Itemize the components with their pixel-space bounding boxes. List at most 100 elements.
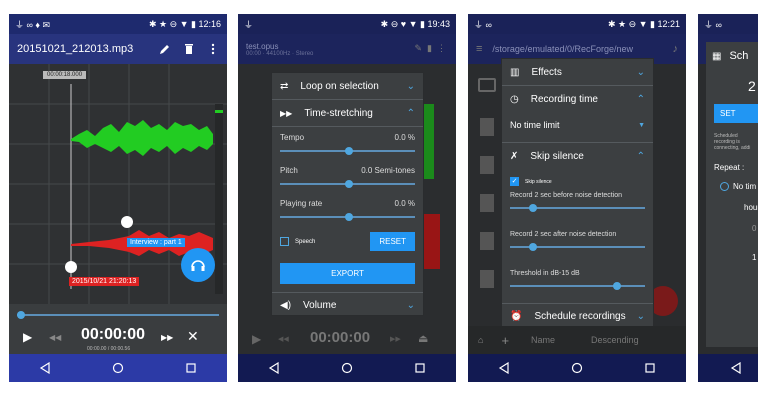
status-icons-right: ✱ ★ ⊖ ▼ ▮ [607, 18, 658, 29]
rec-time-row[interactable]: ◷ Recording time ⌃ [502, 86, 653, 112]
skip-silence-checkbox[interactable]: ✓ [510, 177, 519, 186]
interview-label[interactable]: Interview : part 1 [127, 238, 185, 247]
phone-screen-3: ⏚ ∞ ✱ ★ ⊖ ▼ ▮ 12:21 ≡ /storage/emulated/… [468, 14, 686, 382]
home-folder-icon[interactable]: ⌂ [478, 335, 483, 345]
sort-bar: ⌂ + Name Descending [468, 326, 686, 354]
rewind-icon[interactable]: ◀◀ [49, 333, 61, 342]
trash-icon[interactable] [183, 43, 195, 55]
loop-icon: ⇄ [280, 80, 289, 92]
recents-icon[interactable] [414, 362, 426, 374]
rate-slider[interactable] [280, 213, 415, 221]
tempo-label: Tempo [280, 133, 305, 142]
volume-row[interactable]: ◀) Volume ⌄ [272, 293, 423, 317]
time-limit-select[interactable]: No time limit ▼ [502, 112, 653, 138]
file-icon[interactable] [480, 118, 494, 136]
pencil-icon[interactable] [159, 43, 171, 55]
schedule-title: Sch [729, 50, 749, 62]
close-icon[interactable]: ✕ [187, 328, 199, 345]
file-icon[interactable] [480, 270, 494, 288]
more-vert-icon[interactable] [207, 43, 219, 55]
stretch-label: Time-stretching [304, 107, 373, 119]
mic-icon[interactable]: ♪ [673, 43, 679, 55]
file-title: test.opus [246, 41, 279, 51]
skip-silence-row[interactable]: ✗ Skip silence ⌃ [502, 143, 653, 169]
sort-name-select[interactable]: Name [531, 335, 555, 345]
set-button[interactable]: SET [714, 104, 758, 123]
pitch-value: 0.0 Semi-tones [361, 166, 415, 175]
schedule-value: 2 [748, 78, 756, 94]
schedule-row[interactable]: ⏰ Schedule recordings ⌄ [502, 304, 653, 328]
status-time: 12:16 [198, 19, 221, 29]
play-icon[interactable]: ▶ [23, 330, 32, 344]
loop-row[interactable]: ⇄ Loop on selection ⌄ [272, 73, 423, 99]
speech-checkbox[interactable] [280, 237, 289, 246]
marker-top-label: 00:00:18.000 [43, 71, 87, 79]
sort-order-select[interactable]: Descending [591, 335, 639, 345]
status-icons-left: ⏚ ∞ ♦ ✉ [15, 19, 51, 30]
pitch-label: Pitch [280, 166, 298, 175]
file-icon[interactable] [480, 232, 494, 250]
home-icon[interactable] [341, 362, 353, 374]
nav-bar [698, 354, 758, 382]
back-icon[interactable] [39, 362, 51, 374]
recents-icon[interactable] [185, 362, 197, 374]
seek-slider[interactable] [17, 311, 219, 319]
back-icon[interactable] [498, 362, 510, 374]
folder-path: /storage/emulated/0/RecForge/new [492, 44, 633, 54]
player-bar: ▶ ◀◀ 00:00:00 00:00.00 / 00:00.56 ▶▶ ✕ [9, 304, 227, 354]
phone-screen-4: ⏚ ∞ ▦ Sch 2 SET Scheduled recording is co… [698, 14, 758, 382]
file-info: 00:00 · 44100Hz · Stereo [246, 50, 314, 57]
tempo-slider[interactable] [280, 147, 415, 155]
stretch-row[interactable]: ▶▶ Time-stretching ⌃ [272, 100, 423, 126]
headphones-icon [191, 260, 205, 271]
file-icon[interactable] [480, 156, 494, 174]
before-slider[interactable] [510, 204, 645, 212]
chevron-down-icon: ⌄ [406, 80, 415, 92]
file-icon[interactable] [480, 194, 494, 212]
status-bar: ⏚ ∞ ♦ ✉ ✱ ★ ⊖ ▼ ▮ 12:16 [9, 14, 227, 34]
toolbar-icons[interactable]: ✎ ▮ ⋮ [415, 43, 447, 54]
status-bar: ⏚ ∞ ✱ ★ ⊖ ▼ ▮ 12:21 [468, 14, 686, 34]
rewind-icon[interactable]: ◀◀ [278, 335, 289, 343]
status-bar: ⏚ ∞ [698, 14, 758, 34]
back-icon[interactable] [268, 362, 280, 374]
skip-silence-label: Skip silence [530, 150, 584, 162]
add-icon[interactable]: + [501, 333, 509, 348]
play-icon[interactable]: ▶ [252, 332, 261, 346]
schedule-panel: ▦ Sch 2 SET Scheduled recording is connec… [706, 42, 758, 347]
pitch-slider[interactable] [280, 180, 415, 188]
eject-icon[interactable]: ⏏ [418, 332, 428, 345]
export-button[interactable]: EXPORT [280, 263, 415, 284]
skip-silence-check-label: Skip silence [525, 178, 552, 185]
marker-bottom-label: 2015/10/21 21:20:13 [69, 277, 140, 286]
no-time-radio[interactable] [720, 182, 729, 191]
chevron-up-icon: ⌃ [406, 107, 415, 119]
home-icon[interactable] [571, 362, 583, 374]
dropdown-icon: ▼ [638, 121, 645, 129]
forward-icon[interactable]: ▶▶ [161, 333, 173, 342]
home-icon[interactable] [112, 362, 124, 374]
picker-value-1[interactable]: 1 [706, 253, 758, 262]
status-icons-left: ⏚ [244, 19, 254, 30]
back-icon[interactable] [730, 362, 742, 374]
time-limit-value: No time limit [510, 120, 560, 130]
threshold-slider[interactable] [510, 282, 645, 290]
after-slider[interactable] [510, 243, 645, 251]
headphones-fab[interactable] [181, 248, 215, 282]
calendar-icon: ▦ [712, 50, 722, 62]
effects-row[interactable]: ▥ Effects ⌄ [502, 59, 653, 85]
action-bar: 20151021_212013.mp3 [9, 34, 227, 64]
recording-settings-panel: ▥ Effects ⌄ ◷ Recording time ⌃ No time l… [501, 58, 654, 342]
recents-icon[interactable] [644, 362, 656, 374]
speaker-icon: ◀) [280, 299, 292, 311]
picker-value-0[interactable]: 0 [706, 224, 758, 233]
forward-icon[interactable]: ▶▶ [390, 335, 401, 343]
schedule-label: Schedule recordings [534, 310, 626, 322]
reset-button[interactable]: RESET [370, 232, 415, 251]
effects-label: Effects [531, 66, 562, 78]
folder-icon[interactable] [478, 78, 496, 92]
player-bar: ▶ ◀◀ 00:00:00 ▶▶ ⏏ [238, 324, 456, 354]
equalizer-icon: ▥ [510, 66, 520, 78]
loop-label: Loop on selection [300, 80, 379, 92]
menu-icon[interactable]: ≡ [476, 43, 482, 55]
